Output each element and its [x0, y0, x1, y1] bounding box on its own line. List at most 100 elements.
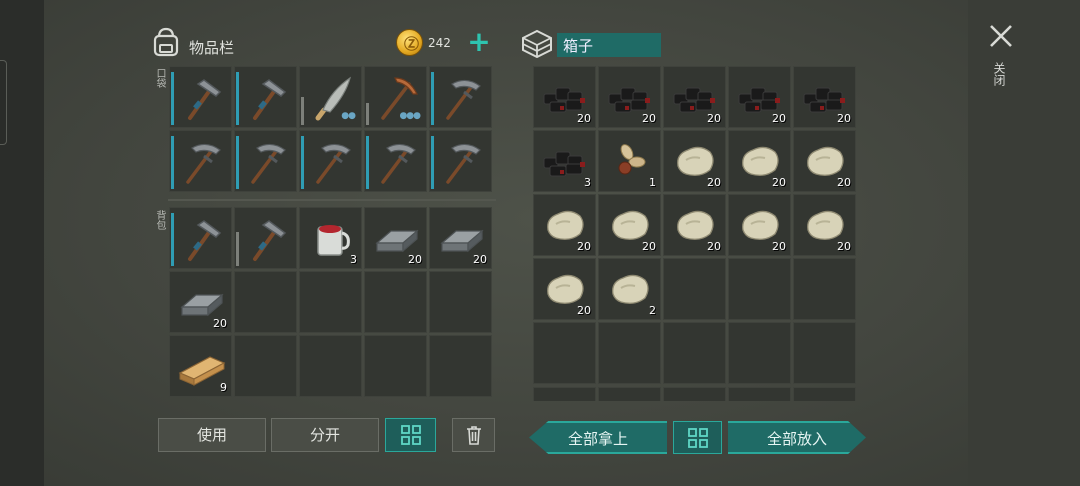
chest-grid: 20 20 20 20 20 3 1 20 20 20 20 20 20 20 20 20 2	[533, 66, 856, 384]
coin-count: 242	[428, 36, 451, 50]
chest-slot[interactable]: 20	[728, 194, 791, 256]
close-label[interactable]: 关闭	[992, 62, 1006, 86]
pocket-slot[interactable]	[169, 66, 232, 128]
durability-bar	[171, 72, 174, 125]
item-count: 20	[707, 176, 721, 189]
chest-slot[interactable]	[663, 322, 726, 384]
game-screen: 物品栏 Ⓩ 242 + 箱子 口袋 ●● ●●● 背包 3 20 20 20 9 20 20…	[0, 0, 1080, 486]
backpack-slot[interactable]	[234, 335, 297, 397]
chest-slot[interactable]: 3	[533, 130, 596, 192]
pickaxe-icon	[251, 143, 286, 184]
durability-bar	[171, 213, 174, 266]
pocket-slot[interactable]: ●●●	[364, 66, 427, 128]
pocket-grid: ●● ●●●	[169, 66, 492, 192]
chest-slot[interactable]	[533, 387, 596, 401]
mug-icon	[317, 225, 350, 256]
backpack-slot[interactable]: 20	[364, 207, 427, 269]
grid-icon	[687, 427, 708, 448]
chest-title[interactable]: 箱子	[557, 33, 661, 57]
hammer-icon	[253, 220, 287, 261]
add-coins-button[interactable]: +	[466, 28, 492, 56]
backpack-slot[interactable]: 20	[169, 271, 232, 333]
durability-bar	[236, 72, 239, 125]
chest-slot[interactable]: 20	[598, 194, 661, 256]
durability-bar	[236, 136, 239, 189]
item-count: 20	[837, 176, 851, 189]
pocket-slot[interactable]	[364, 130, 427, 192]
chest-slot[interactable]	[533, 322, 596, 384]
chest-slot[interactable]	[793, 258, 856, 320]
backpack-slot[interactable]: 3	[299, 207, 362, 269]
item-count: 20	[577, 112, 591, 125]
chest-slot[interactable]: 20	[728, 130, 791, 192]
pocket-slot[interactable]	[429, 66, 492, 128]
chest-slot[interactable]: 20	[598, 66, 661, 128]
chest-slot[interactable]: 20	[793, 194, 856, 256]
chest-slot[interactable]	[728, 322, 791, 384]
pocket-label: 口袋	[154, 68, 165, 88]
durability-bar	[301, 136, 304, 189]
item-count: 20	[707, 112, 721, 125]
backpack-slot[interactable]	[169, 207, 232, 269]
chest-slot[interactable]	[728, 258, 791, 320]
backpack-slot[interactable]	[364, 335, 427, 397]
pickaxe-icon	[316, 143, 351, 184]
chest-slot[interactable]: 20	[533, 66, 596, 128]
backpack-slot[interactable]	[429, 335, 492, 397]
trash-button[interactable]	[452, 418, 495, 452]
put-all-button[interactable]: 全部放入	[728, 421, 866, 454]
backpack-slot[interactable]	[364, 271, 427, 333]
chest-slot[interactable]	[793, 322, 856, 384]
chest-slot[interactable]: 20	[793, 130, 856, 192]
chest-slot[interactable]: 20	[663, 194, 726, 256]
item-count: 20	[408, 253, 422, 266]
chest-slot[interactable]: 2	[598, 258, 661, 320]
chest-slot[interactable]	[728, 387, 791, 401]
pocket-slot[interactable]	[234, 130, 297, 192]
pocket-slot[interactable]	[234, 66, 297, 128]
hammer-icon	[188, 220, 222, 261]
chest-slot[interactable]: 20	[533, 194, 596, 256]
item-count: 20	[642, 112, 656, 125]
chest-slot[interactable]	[663, 258, 726, 320]
use-button[interactable]: 使用	[158, 418, 266, 452]
durability-bar	[236, 232, 239, 266]
item-count: 9	[220, 381, 227, 394]
side-tab[interactable]	[0, 60, 7, 145]
right-edge	[968, 0, 1080, 486]
take-all-button[interactable]: 全部拿上	[529, 421, 667, 454]
chest-grid-overflow	[533, 387, 863, 401]
backpack-slot[interactable]	[299, 271, 362, 333]
backpack-slot[interactable]	[299, 335, 362, 397]
chest-slot[interactable]	[598, 387, 661, 401]
chest-slot[interactable]: 20	[793, 66, 856, 128]
chest-slot[interactable]: 20	[533, 258, 596, 320]
backpack-slot[interactable]	[429, 271, 492, 333]
hammer-icon	[253, 79, 287, 120]
pocket-slot[interactable]: ●●	[299, 66, 362, 128]
sort-inventory-button[interactable]	[385, 418, 436, 452]
backpack-slot[interactable]	[234, 207, 297, 269]
item-count: 20	[772, 176, 786, 189]
chest-slot[interactable]	[793, 387, 856, 401]
item-count: 20	[772, 112, 786, 125]
backpack-slot[interactable]	[234, 271, 297, 333]
backpack-slot[interactable]: 20	[429, 207, 492, 269]
chest-slot[interactable]: 20	[663, 130, 726, 192]
sort-chest-button[interactable]	[673, 421, 722, 454]
backpack-slot[interactable]: 9	[169, 335, 232, 397]
pocket-slot[interactable]	[169, 130, 232, 192]
split-button[interactable]: 分开	[271, 418, 379, 452]
item-count: 20	[707, 240, 721, 253]
section-divider	[168, 199, 496, 201]
pocket-slot[interactable]	[429, 130, 492, 192]
chest-slot[interactable]: 20	[728, 66, 791, 128]
item-count: 20	[772, 240, 786, 253]
chest-slot[interactable]	[598, 322, 661, 384]
close-icon[interactable]	[988, 23, 1014, 49]
pocket-slot[interactable]	[299, 130, 362, 192]
chest-slot[interactable]: 20	[663, 66, 726, 128]
chest-slot[interactable]: 1	[598, 130, 661, 192]
item-count: 3	[584, 176, 591, 189]
chest-slot[interactable]	[663, 387, 726, 401]
